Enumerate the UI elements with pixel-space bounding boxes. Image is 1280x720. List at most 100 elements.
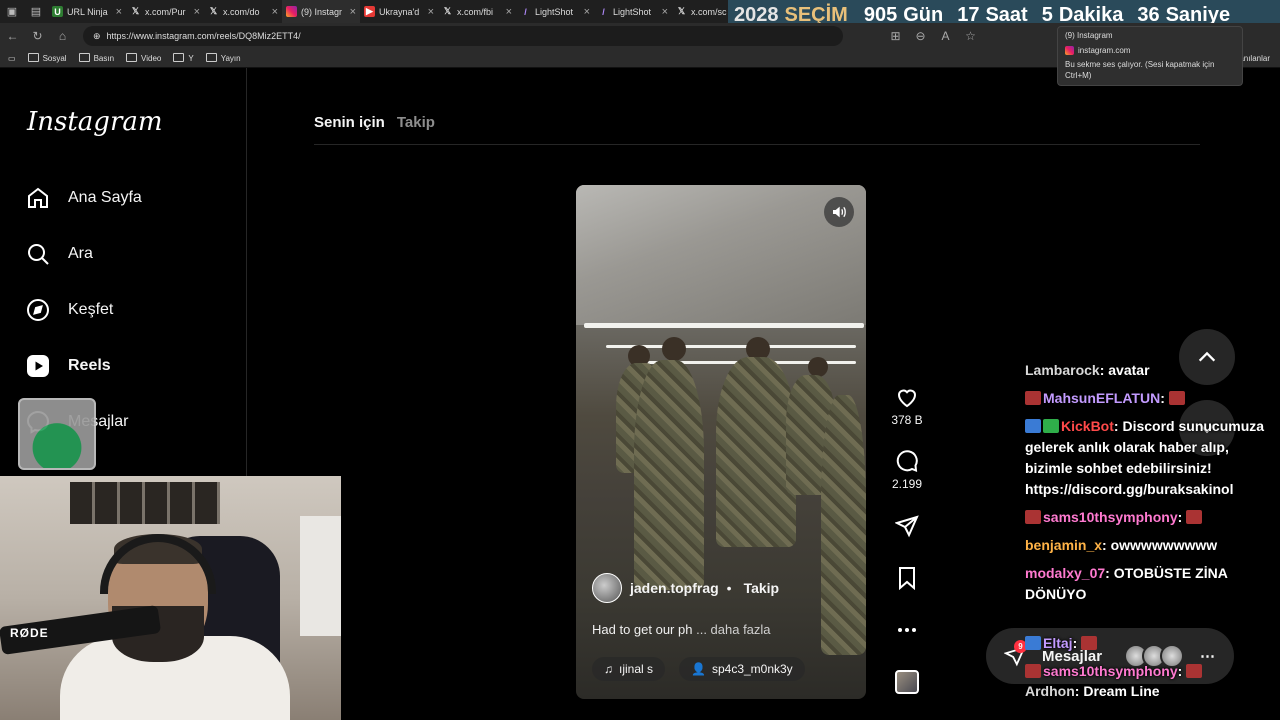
zoom-icon[interactable]: ⊖	[908, 29, 933, 43]
reel-caption: Had to get our ph ... daha fazla	[592, 622, 771, 637]
app-available-icon[interactable]: ⊞	[883, 29, 908, 43]
back-icon[interactable]: ←	[0, 29, 25, 43]
close-tab-icon[interactable]: ×	[194, 6, 200, 18]
share-button[interactable]	[888, 514, 926, 542]
save-button[interactable]	[888, 566, 926, 594]
comment-icon	[896, 450, 918, 473]
x-icon: 𝕏	[677, 6, 686, 16]
site-info-icon[interactable]: ⊕	[93, 31, 101, 42]
tab-for-you[interactable]: Senin için	[314, 114, 385, 131]
instagram-logo[interactable]: Instagram	[27, 107, 163, 137]
close-tab-icon[interactable]: ×	[350, 6, 356, 18]
chat-username: sams10thsymphony	[1043, 663, 1178, 679]
reel-author-avatar[interactable]	[592, 573, 622, 603]
browser-tab[interactable]: ▶ Ukrayna'd ×	[360, 0, 438, 23]
tab-following[interactable]: Takip	[397, 114, 435, 131]
tab-title: x.com/fbi	[457, 6, 494, 17]
close-tab-icon[interactable]: ×	[506, 6, 512, 18]
tagged-user: sp4c3_m0nk3y	[711, 662, 793, 676]
browser-tab[interactable]: U URL Ninja ×	[48, 0, 126, 23]
nav-search[interactable]: Ara	[26, 242, 93, 266]
tagged-user-pill[interactable]: 👤 sp4c3_m0nk3y	[679, 657, 805, 681]
video-figure	[821, 395, 866, 655]
nav-home[interactable]: Ana Sayfa	[26, 186, 142, 210]
tooltip-title: (9) Instagram	[1065, 31, 1113, 40]
tab-actions-icon[interactable]: ▤	[24, 0, 48, 23]
bookmark-icon	[899, 567, 915, 590]
favorite-star-icon[interactable]: ☆	[958, 29, 983, 43]
audio-toggle-button[interactable]	[824, 197, 854, 227]
chat-text: owwwwwwwww	[1110, 537, 1218, 553]
reel-username[interactable]: jaden.topfrag	[630, 580, 719, 596]
comment-count: 2.199	[891, 477, 923, 491]
tab-title: x.com/do	[223, 6, 260, 17]
follow-button[interactable]: Takip	[744, 580, 780, 596]
audio-thumbnail[interactable]	[895, 670, 919, 694]
workspaces-icon[interactable]: ▣	[0, 0, 24, 23]
chat-username: MahsunEFLATUN	[1043, 390, 1161, 406]
audio-name: ıjinal s	[619, 662, 654, 676]
like-button[interactable]: 378 B	[888, 385, 926, 427]
nav-reels[interactable]: Reels	[26, 354, 111, 378]
close-tab-icon[interactable]: ×	[662, 6, 668, 18]
tab-title: Ukrayna'd	[379, 6, 420, 17]
emote-icon	[1025, 664, 1041, 678]
chat-message: MahsunEFLATUN:	[1025, 388, 1275, 409]
reel-video[interactable]: jaden.topfrag • Takip Had to get our ph …	[576, 185, 866, 699]
nav-label: Ara	[68, 245, 93, 262]
reel-caption-text: Had to get our ph	[592, 622, 693, 637]
feed-tabs-divider	[314, 144, 1200, 145]
bookmark-folder[interactable]: Basın	[79, 53, 114, 63]
stream-chat-overlay-bottom: sams10thsymphony: Ardhon: Dream Line	[1025, 662, 1275, 702]
chat-username: Ardhon	[1025, 683, 1075, 699]
caption-more-link[interactable]: ... daha fazla	[696, 622, 770, 637]
refresh-icon[interactable]: ↻	[25, 29, 50, 43]
bookmarks-icon[interactable]: ▭	[8, 54, 16, 63]
home-browser-icon[interactable]: ⌂	[50, 29, 75, 43]
close-tab-icon[interactable]: ×	[584, 6, 590, 18]
chat-username: benjamin_x	[1025, 537, 1103, 553]
nav-label: Reels	[68, 357, 111, 374]
search-icon	[28, 244, 49, 265]
compass-icon	[27, 299, 49, 321]
url-field[interactable]: ⊕ https://www.instagram.com/reels/DQ8Miz2…	[83, 26, 843, 46]
emote-icon	[1186, 510, 1203, 524]
close-tab-icon[interactable]: ×	[272, 6, 278, 18]
browser-tab[interactable]: 𝕏x.com/Pur ×	[126, 0, 204, 23]
comment-button[interactable]: 2.199	[888, 449, 926, 491]
chat-username: Eltaj	[1043, 635, 1073, 651]
chat-message: modalxy_07: OTOBÜSTE ZİNA DÖNÜYO	[1025, 565, 1228, 602]
browser-tab[interactable]: / LightShot ×	[516, 0, 594, 23]
browser-tab[interactable]: 𝕏x.com/do ×	[204, 0, 282, 23]
nav-explore[interactable]: Keşfet	[26, 298, 113, 322]
close-tab-icon[interactable]: ×	[428, 6, 434, 18]
bookmark-folder[interactable]: Y	[173, 53, 193, 63]
stream-overlay-tray-graphic	[18, 398, 96, 470]
x-icon: 𝕏	[443, 6, 452, 16]
badge-icon	[1025, 419, 1041, 433]
more-options-button[interactable]	[888, 618, 926, 646]
read-aloud-icon[interactable]: A	[933, 29, 958, 43]
bookmark-folder[interactable]: Yayın	[206, 53, 241, 63]
browser-tab[interactable]: / LightShot ×	[594, 0, 672, 23]
other-favorites[interactable]: anılanlar	[1239, 54, 1270, 63]
video-figure	[808, 357, 828, 377]
close-tab-icon[interactable]: ×	[116, 6, 122, 18]
tab-hover-tooltip: (9) Instagram instagram.com Bu sekme ses…	[1057, 26, 1243, 86]
chat-username: sams10thsymphony	[1043, 509, 1178, 525]
bookmark-folder[interactable]: Sosyal	[28, 53, 67, 63]
instagram-icon	[286, 6, 297, 17]
chat-username: Lambarock	[1025, 362, 1100, 378]
chat-text: Dream Line	[1083, 683, 1160, 699]
nav-label: Ana Sayfa	[68, 189, 142, 206]
audio-pill[interactable]: ♫ ıjinal s	[592, 657, 666, 681]
url-ninja-icon: U	[52, 6, 63, 17]
reel-author: jaden.topfrag • Takip	[592, 573, 779, 603]
mic-brand: RØDE	[10, 626, 49, 640]
x-icon: 𝕏	[131, 6, 140, 16]
browser-tab[interactable]: 𝕏x.com/fbi ×	[438, 0, 516, 23]
instagram-icon	[1065, 46, 1074, 55]
browser-tab-active[interactable]: (9) Instagr ×	[282, 0, 360, 23]
home-icon	[28, 187, 48, 208]
bookmark-folder[interactable]: Video	[126, 53, 161, 63]
